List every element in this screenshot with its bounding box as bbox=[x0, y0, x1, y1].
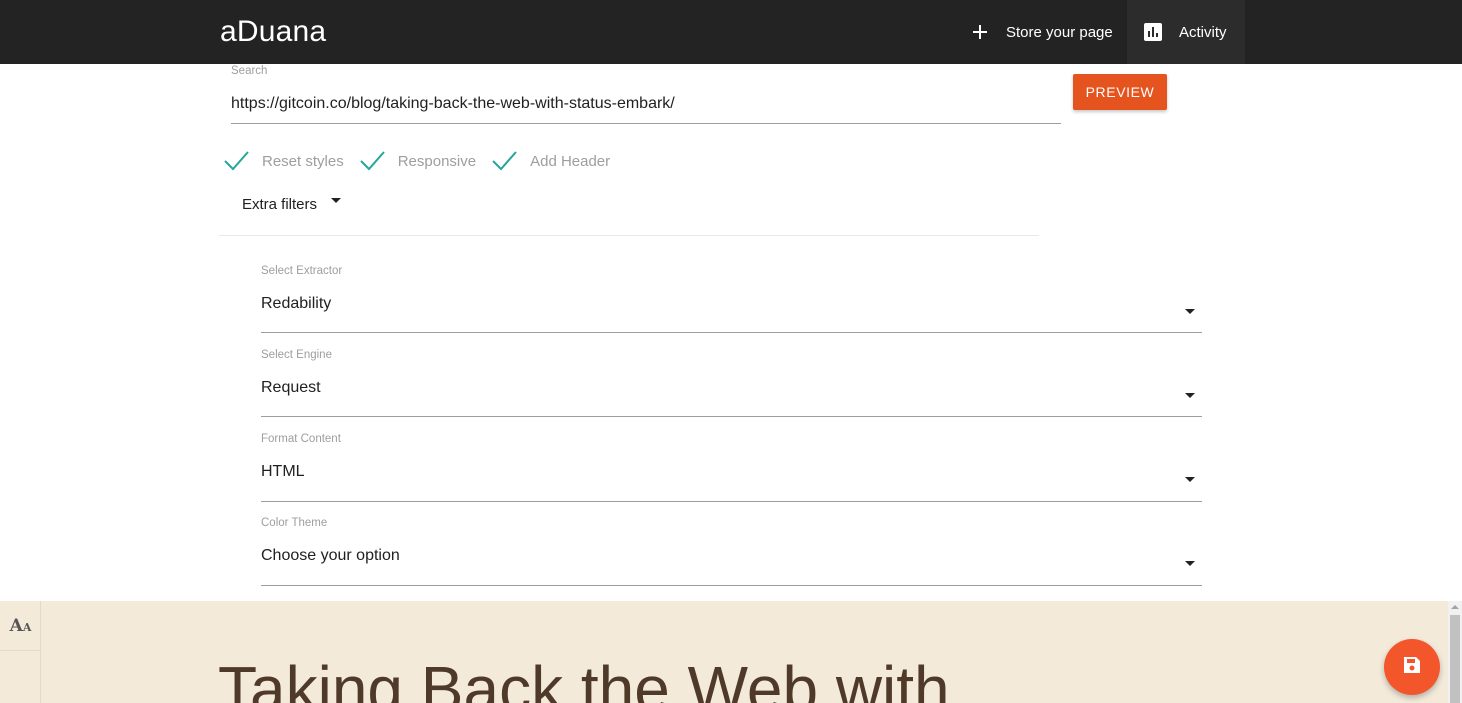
format-value: HTML bbox=[261, 463, 305, 480]
caret-down-icon bbox=[331, 198, 342, 203]
reset-styles-checkbox[interactable]: Reset styles bbox=[223, 148, 344, 174]
dropdown-arrow-icon bbox=[1185, 393, 1195, 398]
responsive-label: Responsive bbox=[397, 152, 477, 170]
extra-filters-label: Extra filters bbox=[242, 196, 318, 213]
activity-link[interactable]: Activity bbox=[1127, 0, 1245, 64]
engine-select[interactable]: Request bbox=[261, 371, 1202, 417]
add-header-checkbox[interactable]: Add Header bbox=[491, 148, 610, 174]
theme-label: Color Theme bbox=[261, 517, 328, 529]
engine-label: Select Engine bbox=[261, 349, 332, 361]
store-page-link[interactable]: Store your page bbox=[956, 0, 1127, 64]
store-page-label: Store your page bbox=[1006, 23, 1113, 41]
extractor-value: Redability bbox=[261, 295, 332, 312]
extractor-label: Select Extractor bbox=[261, 265, 343, 277]
dropdown-arrow-icon bbox=[1185, 561, 1195, 566]
format-select[interactable]: HTML bbox=[261, 455, 1202, 502]
activity-label: Activity bbox=[1179, 23, 1227, 41]
extractor-select[interactable]: Redability bbox=[261, 287, 1202, 333]
article-title: Taking Back the Web with bbox=[218, 653, 950, 703]
checkmark-icon bbox=[491, 148, 518, 174]
font-size-button[interactable]: AA bbox=[0, 601, 41, 651]
checkmark-icon bbox=[223, 148, 250, 174]
font-size-icon: AA bbox=[9, 615, 32, 636]
checkmark-icon bbox=[359, 148, 386, 174]
theme-select[interactable]: Choose your option bbox=[261, 539, 1202, 586]
article-preview: AA Taking Back the Web with bbox=[0, 601, 1462, 703]
search-label: Search bbox=[231, 65, 268, 77]
add-header-label: Add Header bbox=[530, 152, 611, 170]
reader-toolbar: AA bbox=[0, 601, 41, 703]
engine-field: Select Engine Request bbox=[261, 349, 1202, 417]
scrollbar[interactable] bbox=[1448, 601, 1462, 703]
brand-logo[interactable]: aDuana bbox=[220, 14, 326, 50]
dropdown-arrow-icon bbox=[1185, 309, 1195, 314]
extractor-field: Select Extractor Redability bbox=[261, 265, 1202, 333]
save-icon bbox=[1403, 656, 1421, 679]
bar-chart-icon bbox=[1143, 22, 1163, 42]
plus-icon bbox=[970, 22, 990, 42]
format-label: Format Content bbox=[261, 433, 341, 445]
theme-field: Color Theme Choose your option bbox=[261, 517, 1202, 586]
save-button[interactable] bbox=[1384, 639, 1440, 695]
format-field: Format Content HTML bbox=[261, 433, 1202, 502]
preview-button[interactable]: PREVIEW bbox=[1073, 74, 1167, 110]
extra-filters-toggle[interactable]: Extra filters bbox=[242, 196, 342, 213]
dropdown-arrow-icon bbox=[1185, 477, 1195, 482]
responsive-checkbox[interactable]: Responsive bbox=[359, 148, 476, 174]
divider bbox=[219, 235, 1039, 236]
options-row: Reset styles Responsive Add Header bbox=[223, 148, 625, 174]
engine-value: Request bbox=[261, 379, 321, 396]
scroll-up-arrow-icon[interactable] bbox=[1451, 605, 1459, 609]
theme-value: Choose your option bbox=[261, 547, 400, 564]
reset-styles-label: Reset styles bbox=[262, 152, 344, 170]
top-navbar: aDuana Store your page Activity bbox=[0, 0, 1462, 64]
scrollbar-thumb[interactable] bbox=[1450, 615, 1460, 703]
search-input[interactable] bbox=[231, 84, 1061, 124]
